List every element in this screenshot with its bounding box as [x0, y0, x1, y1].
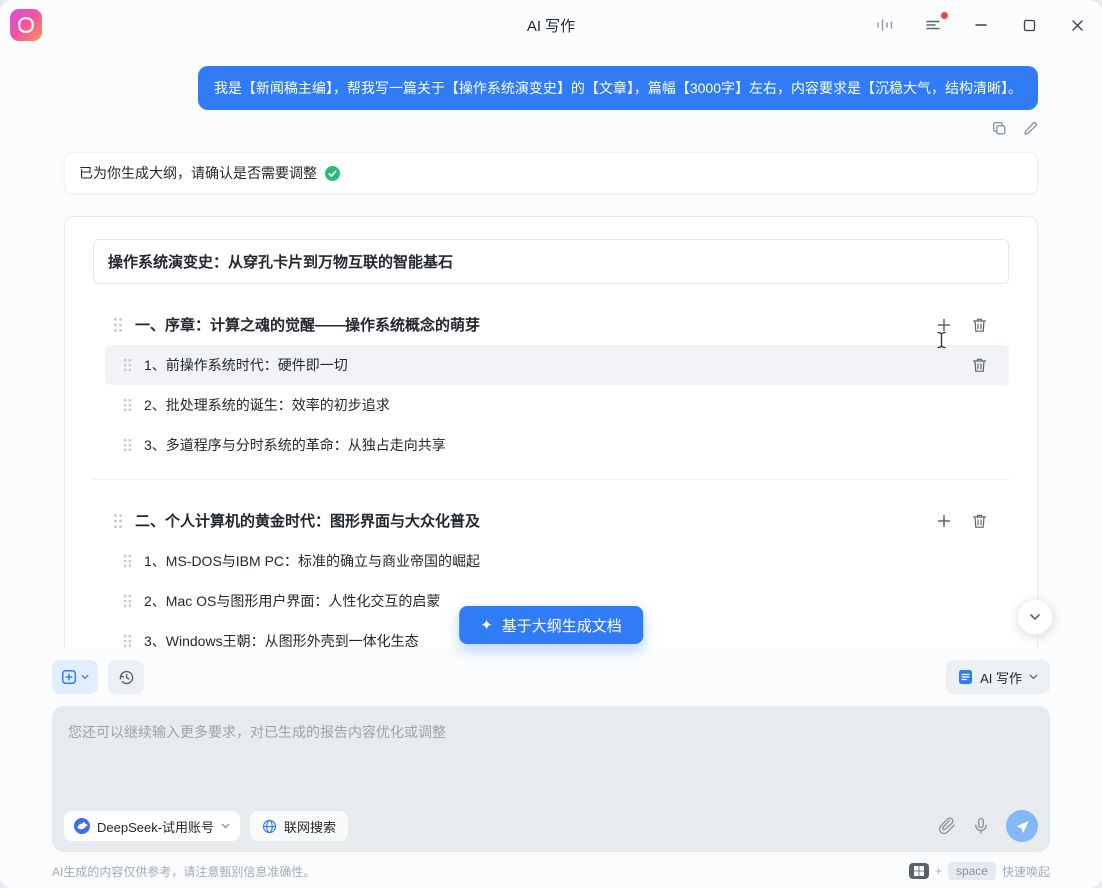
notification-dot	[941, 12, 948, 19]
generate-document-button[interactable]: ✦ 基于大纲生成文档	[459, 606, 643, 644]
space-keycap: space	[948, 862, 996, 880]
close-button[interactable]	[1066, 14, 1088, 36]
drag-handle-icon[interactable]	[123, 438, 132, 452]
model-selector-label: DeepSeek-试用账号	[97, 817, 214, 836]
history-button[interactable]	[108, 660, 144, 694]
maximize-button[interactable]	[1018, 14, 1040, 36]
composer-toolbar: AI 写作	[52, 660, 1050, 694]
outline-item-text: 1、MS-DOS与IBM PC：标准的确立与商业帝国的崛起	[144, 551, 987, 571]
chevron-down-icon	[1028, 610, 1042, 624]
titlebar: AI 写作	[0, 0, 1102, 50]
mode-selector[interactable]: AI 写作	[946, 660, 1050, 694]
new-chat-button[interactable]	[52, 660, 98, 694]
outline-item-row[interactable]: 1、前操作系统时代：硬件即一切	[105, 345, 1009, 385]
window-controls	[874, 0, 1088, 50]
app-logo	[10, 9, 42, 41]
edit-icon[interactable]	[1023, 120, 1038, 136]
web-search-toggle[interactable]: 联网搜索	[250, 811, 348, 841]
app-window: AI 写作 我是【新闻稿主编】，帮我写一篇关于【操作系统演变史】的【文章】，篇幅…	[0, 0, 1102, 888]
copy-icon[interactable]	[992, 120, 1007, 136]
outline-section: 一、序章：计算之魂的觉醒——操作系统概念的萌芽 1、前操作系统时	[93, 304, 1009, 480]
outline-title-field[interactable]: 操作系统演变史：从穿孔卡片到万物互联的智能基石	[93, 239, 1009, 284]
minimize-button[interactable]	[970, 14, 992, 36]
outline-item-text: 3、多道程序与分时系统的革命：从独占走向共享	[144, 435, 987, 455]
drag-handle-icon[interactable]	[123, 594, 132, 608]
chevron-down-icon	[81, 674, 89, 680]
composer-box: DeepSeek-试用账号 联网搜索	[52, 706, 1050, 852]
composer-right-actions	[938, 810, 1038, 842]
send-button[interactable]	[1006, 810, 1038, 842]
drag-handle-icon[interactable]	[123, 634, 132, 648]
chat-area: 我是【新闻稿主编】，帮我写一篇关于【操作系统演变史】的【文章】，篇幅【3000字…	[0, 50, 1102, 648]
composer-bottom-bar: DeepSeek-试用账号 联网搜索	[64, 810, 1038, 842]
shortcut-plus: +	[935, 864, 942, 878]
outline-item-row[interactable]: 3、多道程序与分时系统的革命：从独占走向共享	[105, 425, 1009, 465]
mode-selector-label: AI 写作	[980, 668, 1022, 687]
shortcut-hint: + space 快速唤起	[909, 862, 1050, 880]
user-message-bubble: 我是【新闻稿主编】，帮我写一篇关于【操作系统演变史】的【文章】，篇幅【3000字…	[198, 66, 1038, 110]
outline-item-text: 2、批处理系统的诞生：效率的初步追求	[144, 395, 987, 415]
chevron-down-icon	[1029, 674, 1038, 680]
audio-bars-icon[interactable]	[874, 14, 896, 36]
web-search-label: 联网搜索	[284, 817, 336, 836]
deepseek-logo-icon	[74, 818, 90, 834]
attachment-icon[interactable]	[938, 817, 956, 835]
ai-writing-doc-icon	[958, 669, 973, 685]
shortcut-hint-text: 快速唤起	[1002, 863, 1050, 880]
drag-handle-icon[interactable]	[123, 554, 132, 568]
drag-handle-icon[interactable]	[113, 317, 123, 333]
composer-input[interactable]	[52, 706, 1050, 804]
globe-icon	[262, 819, 277, 834]
history-icon	[118, 669, 135, 686]
success-check-icon	[325, 166, 340, 181]
scroll-to-bottom-button[interactable]	[1017, 599, 1053, 635]
hamburger-icon	[925, 18, 941, 32]
microphone-icon[interactable]	[972, 817, 990, 835]
delete-item-icon[interactable]	[972, 357, 987, 373]
assistant-status-card: 已为你生成大纲，请确认是否需要调整	[64, 152, 1038, 194]
drag-handle-icon[interactable]	[123, 398, 132, 412]
message-actions	[64, 120, 1038, 136]
outline-item-text: 1、前操作系统时代：硬件即一切	[144, 355, 960, 375]
section-divider	[93, 479, 1009, 480]
app-logo-icon	[17, 16, 35, 34]
add-subitem-icon[interactable]	[936, 317, 952, 333]
menu-button[interactable]	[922, 14, 944, 36]
drag-handle-icon[interactable]	[113, 513, 123, 529]
composer-panel: AI 写作 DeepSeek-试用账号 联网搜索	[0, 648, 1102, 888]
delete-section-icon[interactable]	[972, 317, 987, 333]
outline-item-row[interactable]: 1、MS-DOS与IBM PC：标准的确立与商业帝国的崛起	[105, 541, 1009, 581]
drag-handle-icon[interactable]	[123, 358, 132, 372]
section-heading-row[interactable]: 一、序章：计算之魂的觉醒——操作系统概念的萌芽	[93, 304, 1009, 345]
add-subitem-icon[interactable]	[936, 513, 952, 529]
model-selector[interactable]: DeepSeek-试用账号	[64, 811, 240, 841]
section-heading-text: 一、序章：计算之魂的觉醒——操作系统概念的萌芽	[135, 314, 924, 335]
delete-section-icon[interactable]	[972, 513, 987, 529]
section-heading-row[interactable]: 二、个人计算机的黄金时代：图形界面与大众化普及	[93, 500, 1009, 541]
assistant-status-text: 已为你生成大纲，请确认是否需要调整	[79, 163, 317, 183]
section-heading-text: 二、个人计算机的黄金时代：图形界面与大众化普及	[135, 510, 924, 531]
outline-card: 操作系统演变史：从穿孔卡片到万物互联的智能基石 一、序章：计算之魂的觉醒——操作…	[64, 216, 1038, 648]
generate-document-label: 基于大纲生成文档	[502, 615, 622, 636]
footer-bar: AI生成的内容仅供参考，请注意甄别信息准确性。 + space 快速唤起	[52, 862, 1050, 880]
send-icon	[1015, 819, 1030, 834]
sparkle-icon: ✦	[480, 618, 493, 633]
outline-item-row[interactable]: 2、批处理系统的诞生：效率的初步追求	[105, 385, 1009, 425]
new-chat-icon	[61, 669, 77, 685]
windows-key-icon	[909, 863, 929, 879]
disclaimer-text: AI生成的内容仅供参考，请注意甄别信息准确性。	[52, 863, 315, 880]
chevron-down-icon	[221, 823, 230, 829]
